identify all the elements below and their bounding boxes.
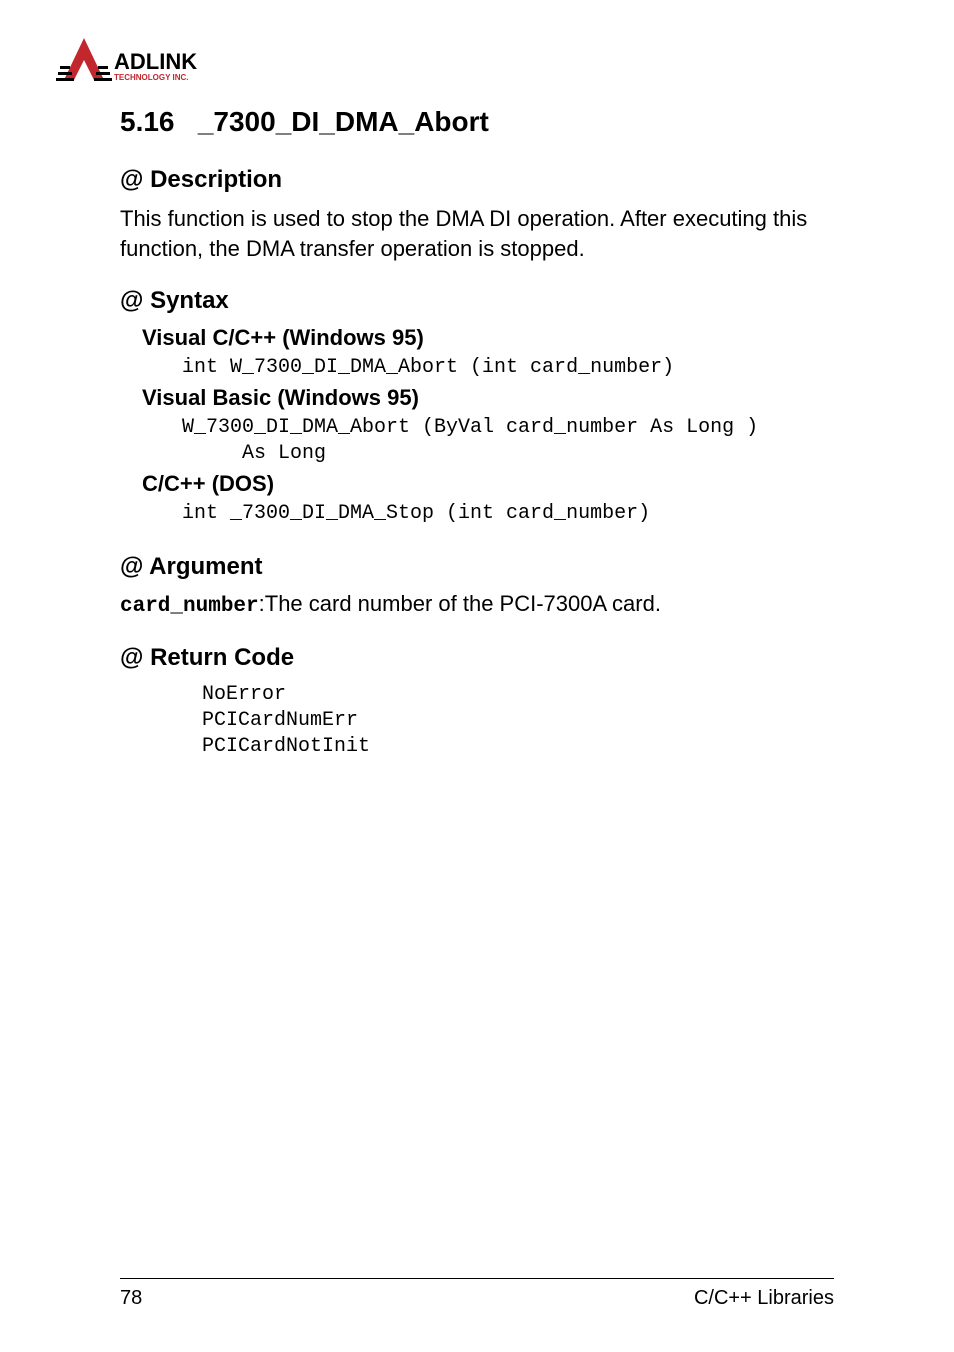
logo-text: ADLINK bbox=[114, 49, 197, 74]
syntax-lang-vb: Visual Basic (Windows 95) bbox=[142, 385, 834, 411]
code-line: W_7300_DI_DMA_Abort (ByVal card_number A… bbox=[182, 415, 834, 441]
code-line: As Long bbox=[182, 441, 834, 467]
logo: ADLINK TECHNOLOGY INC. bbox=[56, 30, 834, 88]
syntax-lang-vc: Visual C/C++ (Windows 95) bbox=[142, 325, 834, 351]
code-line: int W_7300_DI_DMA_Abort (int card_number… bbox=[182, 355, 834, 381]
argument-line: card_number:The card number of the PCI-7… bbox=[120, 591, 834, 618]
syntax-lang-dos: C/C++ (DOS) bbox=[142, 471, 834, 497]
return-code: NoError bbox=[202, 682, 834, 708]
description-text: This function is used to stop the DMA DI… bbox=[120, 204, 834, 263]
section-title: 5.16 _7300_DI_DMA_Abort bbox=[120, 106, 834, 138]
syntax-heading: @ Syntax bbox=[120, 287, 834, 315]
footer: 78 C/C++ Libraries bbox=[120, 1278, 834, 1310]
return-code: PCICardNumErr bbox=[202, 708, 834, 734]
page-number: 78 bbox=[120, 1287, 142, 1310]
return-code: PCICardNotInit bbox=[202, 734, 834, 760]
code-line: int _7300_DI_DMA_Stop (int card_number) bbox=[182, 501, 834, 527]
section-number: 5.16 bbox=[120, 106, 175, 137]
argument-desc: The card number of the PCI-7300A card. bbox=[265, 591, 661, 616]
footer-section: C/C++ Libraries bbox=[694, 1287, 834, 1310]
description-heading: @ Description bbox=[120, 166, 834, 194]
return-code-heading: @ Return Code bbox=[120, 644, 834, 672]
argument-param: card_number bbox=[120, 595, 259, 618]
logo-tagline: TECHNOLOGY INC. bbox=[114, 73, 189, 82]
argument-heading: @ Argument bbox=[120, 553, 834, 581]
section-name: _7300_DI_DMA_Abort bbox=[198, 106, 489, 137]
